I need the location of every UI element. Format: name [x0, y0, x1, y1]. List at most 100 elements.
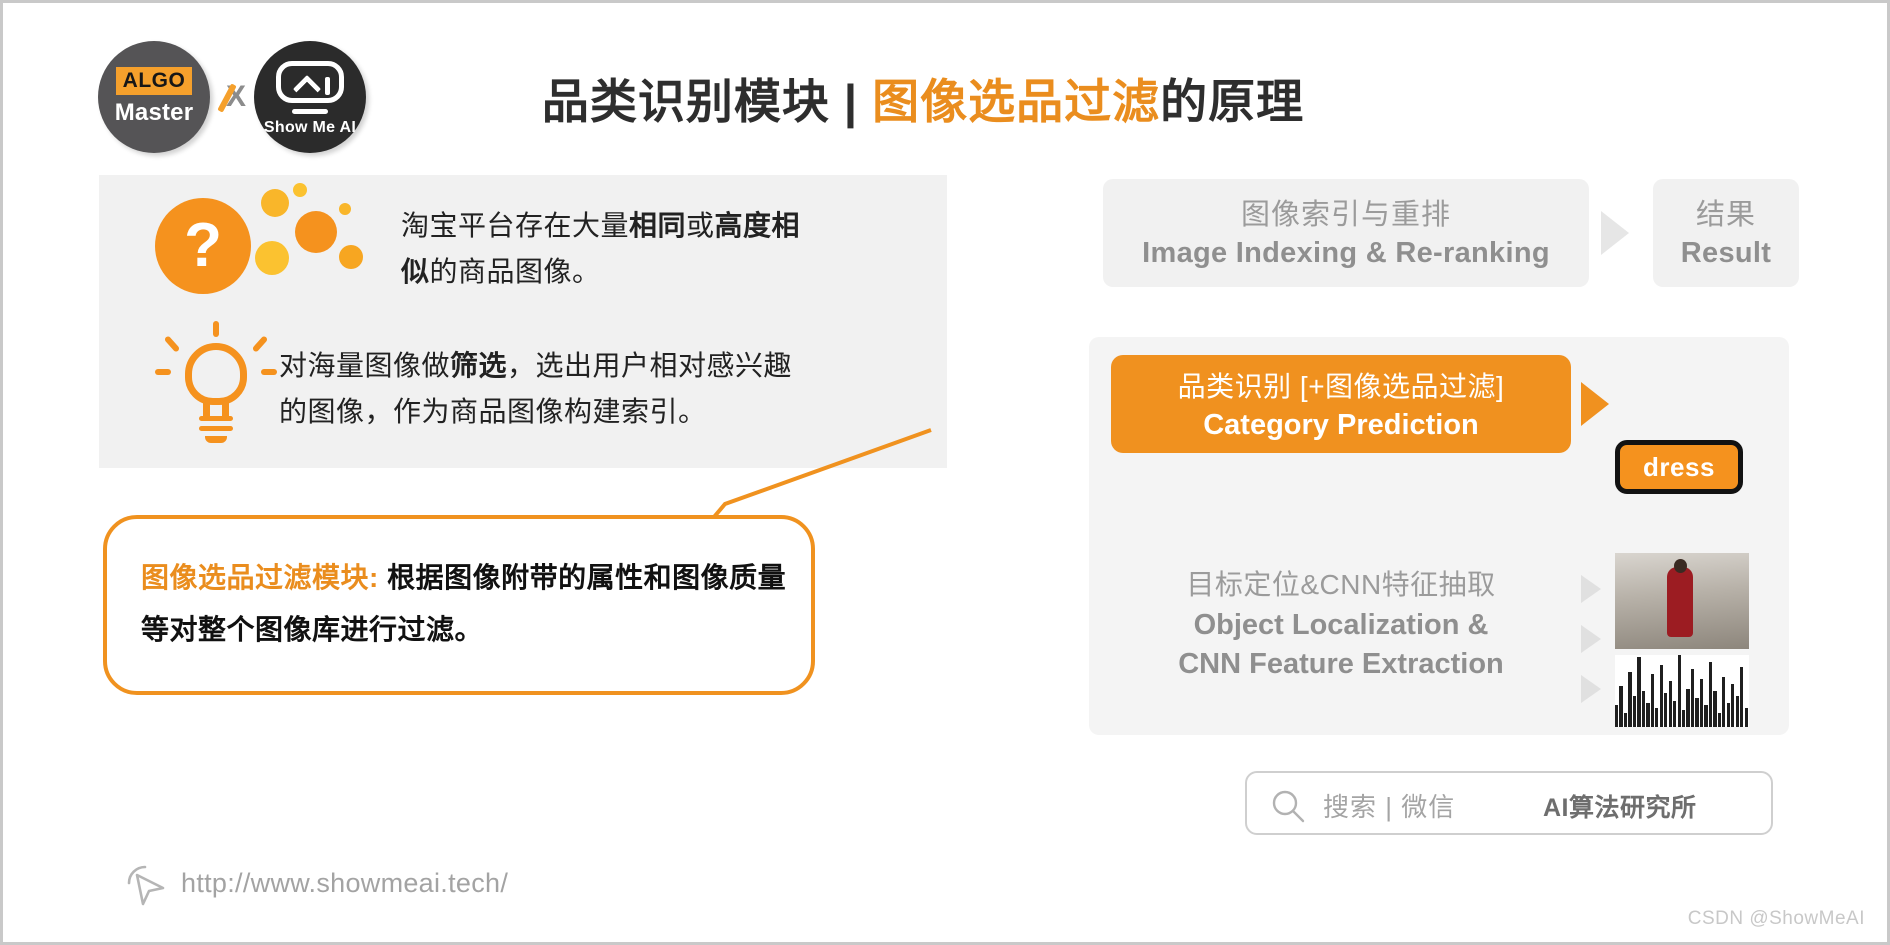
- robot-base-icon: [292, 109, 328, 114]
- histogram-bar: [1682, 710, 1686, 727]
- para1-plain1: 淘宝平台存在大量: [401, 210, 630, 241]
- histogram-bar: [1664, 693, 1668, 727]
- robot-screen-icon: [276, 61, 344, 104]
- bulb-ring: [199, 426, 233, 431]
- cross-icon: X: [218, 79, 254, 115]
- csdn-watermark: CSDN @ShowMeAI: [1687, 908, 1865, 929]
- histogram-bar: [1717, 712, 1721, 727]
- objloc-en-line1: Object Localization &: [1193, 609, 1489, 641]
- histogram-bar: [1615, 705, 1619, 727]
- histogram-bar: [1695, 698, 1699, 727]
- algo-master-label: Master: [114, 99, 194, 126]
- callout-text: 图像选品过滤模块: 根据图像附带的属性和图像质量等对整个图像库进行过滤。: [141, 552, 791, 656]
- search-brand-label: AI算法研究所: [1543, 794, 1697, 822]
- histogram-bar: [1673, 700, 1677, 727]
- para1-plain2: 或: [686, 210, 715, 241]
- bulb-body: [185, 343, 247, 405]
- arrow-right-icon: [1581, 675, 1601, 703]
- bulb-ring: [205, 436, 227, 443]
- histogram-bar: [1740, 667, 1744, 727]
- search-placeholder-label: 搜索 | 微信: [1323, 792, 1456, 822]
- decor-dot: [339, 203, 351, 215]
- bulb-ray: [251, 335, 269, 353]
- lightbulb-icon: [151, 321, 281, 451]
- histogram-bar: [1659, 664, 1663, 727]
- question-mark-graphic: ?: [143, 183, 383, 303]
- algo-badge-label: ALGO: [116, 67, 192, 95]
- dress-output-badge: dress: [1615, 440, 1743, 494]
- wechat-search-bar[interactable]: 搜索 | 微信 AI算法研究所: [1245, 771, 1773, 835]
- flow-result-cn: 结果: [1695, 199, 1756, 231]
- person-silhouette: [1667, 567, 1693, 637]
- footer-url[interactable]: http://www.showmeai.tech/: [181, 868, 508, 899]
- page-title: 品类识别模块 | 图像选品过滤的原理: [473, 63, 1373, 132]
- decor-dot: [339, 245, 363, 269]
- histogram-bar: [1641, 691, 1646, 727]
- bulb-ray: [213, 321, 219, 337]
- decor-dot: [261, 189, 289, 217]
- logo-cluster: ALGO Master X Show Me AI: [98, 41, 366, 153]
- title-suffix: 的原理: [1160, 75, 1305, 128]
- histogram-bar: [1686, 688, 1690, 727]
- category-prediction-en: Category Prediction: [1203, 409, 1479, 441]
- histogram-bar: [1650, 674, 1654, 727]
- bulb-ray: [163, 335, 181, 353]
- arrow-right-icon: [1581, 575, 1601, 603]
- title-highlight: 图像选品过滤: [872, 75, 1161, 128]
- histogram-bar: [1619, 686, 1623, 727]
- algo-master-logo: ALGO Master: [98, 41, 210, 153]
- objloc-cn: 目标定位&CNN特征抽取: [1186, 569, 1496, 600]
- histogram-bar: [1668, 681, 1672, 727]
- bulb-ray: [261, 369, 277, 375]
- objloc-en-line2: CNN Feature Extraction: [1178, 648, 1504, 680]
- para1-bold1: 相同: [629, 210, 687, 241]
- histogram-bar: [1731, 683, 1735, 727]
- arrow-right-icon: [1581, 625, 1601, 653]
- thumbnail-feature-histogram: [1615, 655, 1749, 727]
- thumbnail-person-photo: [1615, 553, 1749, 649]
- question-mark-icon: ?: [184, 211, 222, 280]
- histogram-bar: [1637, 657, 1641, 727]
- decor-dot: [293, 183, 307, 197]
- flow-indexing-en: Image Indexing & Re-ranking: [1142, 237, 1550, 269]
- paragraph-filtering: 对海量图像做筛选，选出用户相对感兴趣的图像，作为商品图像构建索引。: [279, 343, 809, 435]
- object-localization-box: 目标定位&CNN特征抽取 Object Localization & CNN F…: [1111, 563, 1571, 715]
- showmeai-label: Show Me AI: [263, 119, 357, 136]
- para2-plain1: 对海量图像做: [279, 350, 451, 381]
- category-prediction-box: 品类识别 [+图像选品过滤] Category Prediction: [1111, 355, 1571, 453]
- histogram-bar: [1646, 703, 1650, 727]
- arrow-right-icon: [1601, 211, 1629, 255]
- title-prefix: 品类识别模块 |: [541, 75, 873, 128]
- para1-plain3: 的商品图像。: [429, 256, 601, 287]
- showmeai-logo: Show Me AI: [254, 41, 366, 153]
- arrow-right-icon: [1581, 382, 1609, 426]
- search-icon: [1272, 790, 1305, 823]
- histogram-bar: [1744, 707, 1748, 727]
- histogram-bar: [1713, 691, 1717, 727]
- bulb-ray: [155, 369, 171, 375]
- decor-dot: [295, 211, 337, 253]
- slide-canvas: ALGO Master X Show Me AI 品类识别模块 | 图像选品过滤…: [0, 0, 1890, 945]
- histogram-bar: [1677, 655, 1681, 727]
- histogram-bar: [1623, 712, 1628, 727]
- para2-bold1: 筛选: [450, 350, 508, 381]
- paragraph-taobao-duplicates: 淘宝平台存在大量相同或高度相似的商品图像。: [401, 203, 801, 295]
- bar-icon: [325, 77, 330, 95]
- decor-dot: [255, 241, 289, 275]
- category-prediction-cn: 品类识别 [+图像选品过滤]: [1177, 371, 1505, 402]
- flow-result-en: Result: [1680, 237, 1772, 269]
- bulb-neck: [203, 401, 229, 417]
- callout-highlight: 图像选品过滤模块:: [141, 562, 379, 593]
- histogram-bar: [1722, 676, 1726, 727]
- histogram-bar: [1704, 705, 1708, 727]
- flow-indexing-cn: 图像索引与重排: [1240, 199, 1451, 231]
- person-head: [1674, 559, 1687, 573]
- histogram-bar: [1726, 703, 1730, 727]
- histogram-bar: [1632, 695, 1637, 727]
- histogram-bar: [1708, 662, 1713, 727]
- bulb-ring: [199, 416, 233, 421]
- histogram-bar: [1655, 707, 1659, 727]
- histogram-bar: [1699, 679, 1704, 727]
- callout-box: 图像选品过滤模块: 根据图像附带的属性和图像质量等对整个图像库进行过滤。: [103, 515, 815, 695]
- histogram-bar: [1690, 669, 1695, 727]
